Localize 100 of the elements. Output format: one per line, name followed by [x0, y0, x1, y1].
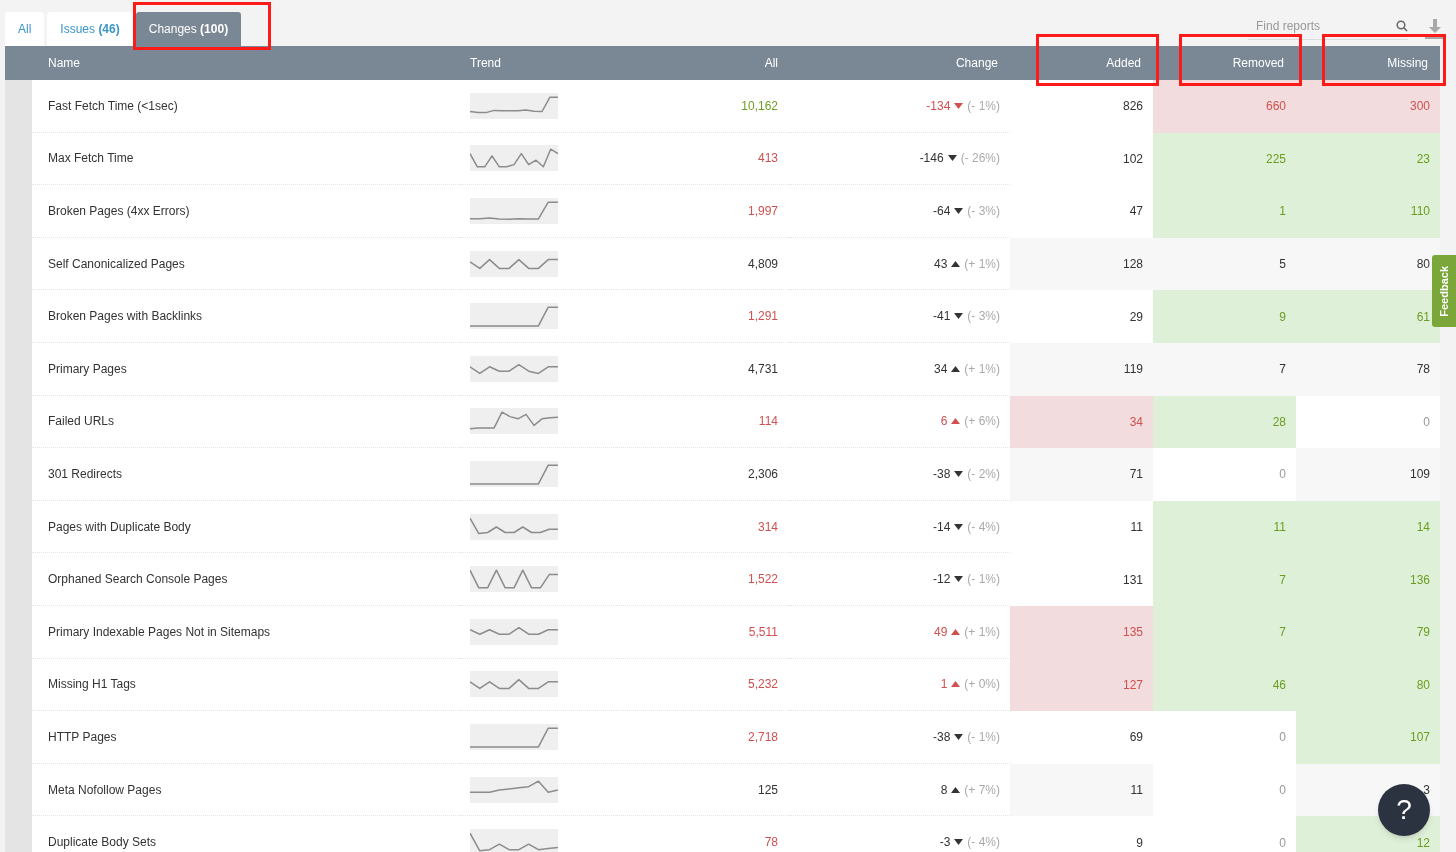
all-count: 4,809 [747, 255, 778, 273]
search-field[interactable]: Find reports [1256, 17, 1376, 35]
count-cell: 0 [1153, 763, 1296, 817]
count-cell: 127 [1010, 658, 1153, 712]
count-cell: 135 [1010, 605, 1153, 659]
tab[interactable]: All [5, 12, 45, 46]
change-percent: (- 26%) [960, 150, 1000, 168]
change-value: 6 [940, 413, 948, 431]
count-cell: 23 [1296, 132, 1440, 186]
report-name[interactable]: Max Fetch Time [48, 149, 134, 168]
change-value: -3 [939, 834, 951, 852]
count-cell: 826 [1010, 80, 1153, 133]
change-value: -41 [933, 308, 951, 326]
count-cell: 47 [1010, 185, 1153, 238]
change-percent: (- 3%) [967, 203, 1000, 220]
count-cell: 11 [1010, 763, 1153, 817]
count-cell: 79 [1296, 605, 1440, 659]
change-percent: (- 1%) [967, 728, 1000, 746]
all-count: 1,997 [747, 203, 778, 220]
change-percent: (+ 1%) [964, 623, 1000, 641]
count-cell: 61 [1296, 290, 1440, 343]
change-percent: (- 4%) [967, 518, 1000, 536]
all-count: 1,291 [747, 308, 778, 326]
column-header[interactable]: Trend [470, 54, 501, 72]
all-count: 314 [757, 518, 778, 536]
report-name[interactable]: Self Canonicalized Pages [48, 254, 185, 273]
download-icon[interactable] [1424, 17, 1446, 40]
all-count: 1,522 [747, 571, 778, 589]
count-cell: 136 [1296, 553, 1440, 606]
count-cell: 69 [1010, 711, 1153, 764]
tab[interactable]: Issues (46) [47, 12, 133, 46]
report-name[interactable]: Primary Indexable Pages Not in Sitemaps [48, 622, 271, 641]
all-count: 10,162 [741, 97, 778, 115]
change-value: 43 [933, 255, 948, 273]
count-cell: 9 [1153, 290, 1296, 343]
change-percent: (+ 6%) [964, 413, 1000, 431]
change-percent: (+ 1%) [964, 360, 1000, 378]
report-name[interactable]: Failed URLs [48, 412, 115, 431]
change-percent: (- 1%) [967, 97, 1000, 115]
count-cell: 11 [1153, 500, 1296, 554]
column-header[interactable]: Name [48, 54, 80, 72]
count-cell: 0 [1153, 816, 1296, 852]
count-cell: 119 [1010, 342, 1153, 396]
report-name[interactable]: Meta Nofollow Pages [48, 780, 162, 799]
change-percent: (- 3%) [967, 308, 1000, 326]
report-name[interactable]: Broken Pages (4xx Errors) [48, 202, 190, 220]
count-cell: 80 [1296, 237, 1440, 291]
report-name[interactable]: 301 Redirects [48, 464, 123, 483]
column-header[interactable]: Missing [1387, 54, 1428, 72]
change-percent: (+ 0%) [964, 676, 1000, 694]
change-percent: (+ 7%) [964, 781, 1000, 799]
count-cell: 9 [1010, 816, 1153, 852]
change-value: -38 [933, 465, 951, 483]
report-name[interactable]: Broken Pages with Backlinks [48, 307, 203, 326]
count-cell: 0 [1296, 395, 1440, 449]
all-count: 125 [757, 781, 778, 799]
count-cell: 46 [1153, 658, 1296, 712]
change-percent: (+ 1%) [964, 255, 1000, 273]
count-cell: 71 [1010, 448, 1153, 501]
count-cell: 0 [1153, 448, 1296, 501]
column-header[interactable]: Added [1106, 54, 1141, 72]
report-name[interactable]: Orphaned Search Console Pages [48, 570, 228, 589]
report-name[interactable]: Missing H1 Tags [48, 675, 136, 694]
count-cell: 5 [1153, 237, 1296, 291]
count-cell: 131 [1010, 553, 1153, 606]
count-cell: 660 [1153, 80, 1296, 133]
change-value: -14 [933, 518, 951, 536]
count-cell: 225 [1153, 132, 1296, 186]
change-percent: (- 1%) [967, 571, 1000, 589]
all-count: 5,232 [747, 676, 778, 694]
all-count: 78 [764, 834, 778, 852]
change-percent: (- 4%) [967, 834, 1000, 852]
change-percent: (- 2%) [967, 465, 1000, 483]
change-value: 34 [933, 360, 948, 378]
report-name[interactable]: Fast Fetch Time (<1sec) [48, 96, 178, 115]
all-count: 2,718 [747, 728, 778, 746]
change-value: -38 [933, 728, 951, 746]
report-name[interactable]: Duplicate Body Sets [48, 833, 157, 852]
count-cell: 80 [1296, 658, 1440, 712]
count-cell: 34 [1010, 395, 1153, 449]
all-count: 2,306 [747, 465, 778, 483]
report-name[interactable]: Pages with Duplicate Body [48, 517, 191, 536]
all-count: 413 [757, 150, 778, 168]
count-cell: 1 [1153, 185, 1296, 238]
column-header[interactable]: Removed [1232, 54, 1284, 72]
column-header[interactable]: All [764, 54, 778, 72]
count-cell: 7 [1153, 342, 1296, 396]
count-cell: 11 [1010, 500, 1153, 554]
report-name[interactable]: Primary Pages [48, 359, 127, 378]
column-header[interactable]: Change [955, 54, 998, 72]
search-icon [1396, 20, 1408, 32]
count-cell: 7 [1153, 605, 1296, 659]
count-cell: 29 [1010, 290, 1153, 343]
count-cell: 28 [1153, 395, 1296, 449]
change-value: -64 [933, 203, 951, 220]
report-name[interactable]: HTTP Pages [48, 727, 117, 746]
change-value: 8 [940, 781, 948, 799]
tab[interactable]: Changes (100) [135, 12, 242, 46]
all-count: 4,731 [747, 360, 778, 378]
count-cell: 7 [1153, 553, 1296, 606]
